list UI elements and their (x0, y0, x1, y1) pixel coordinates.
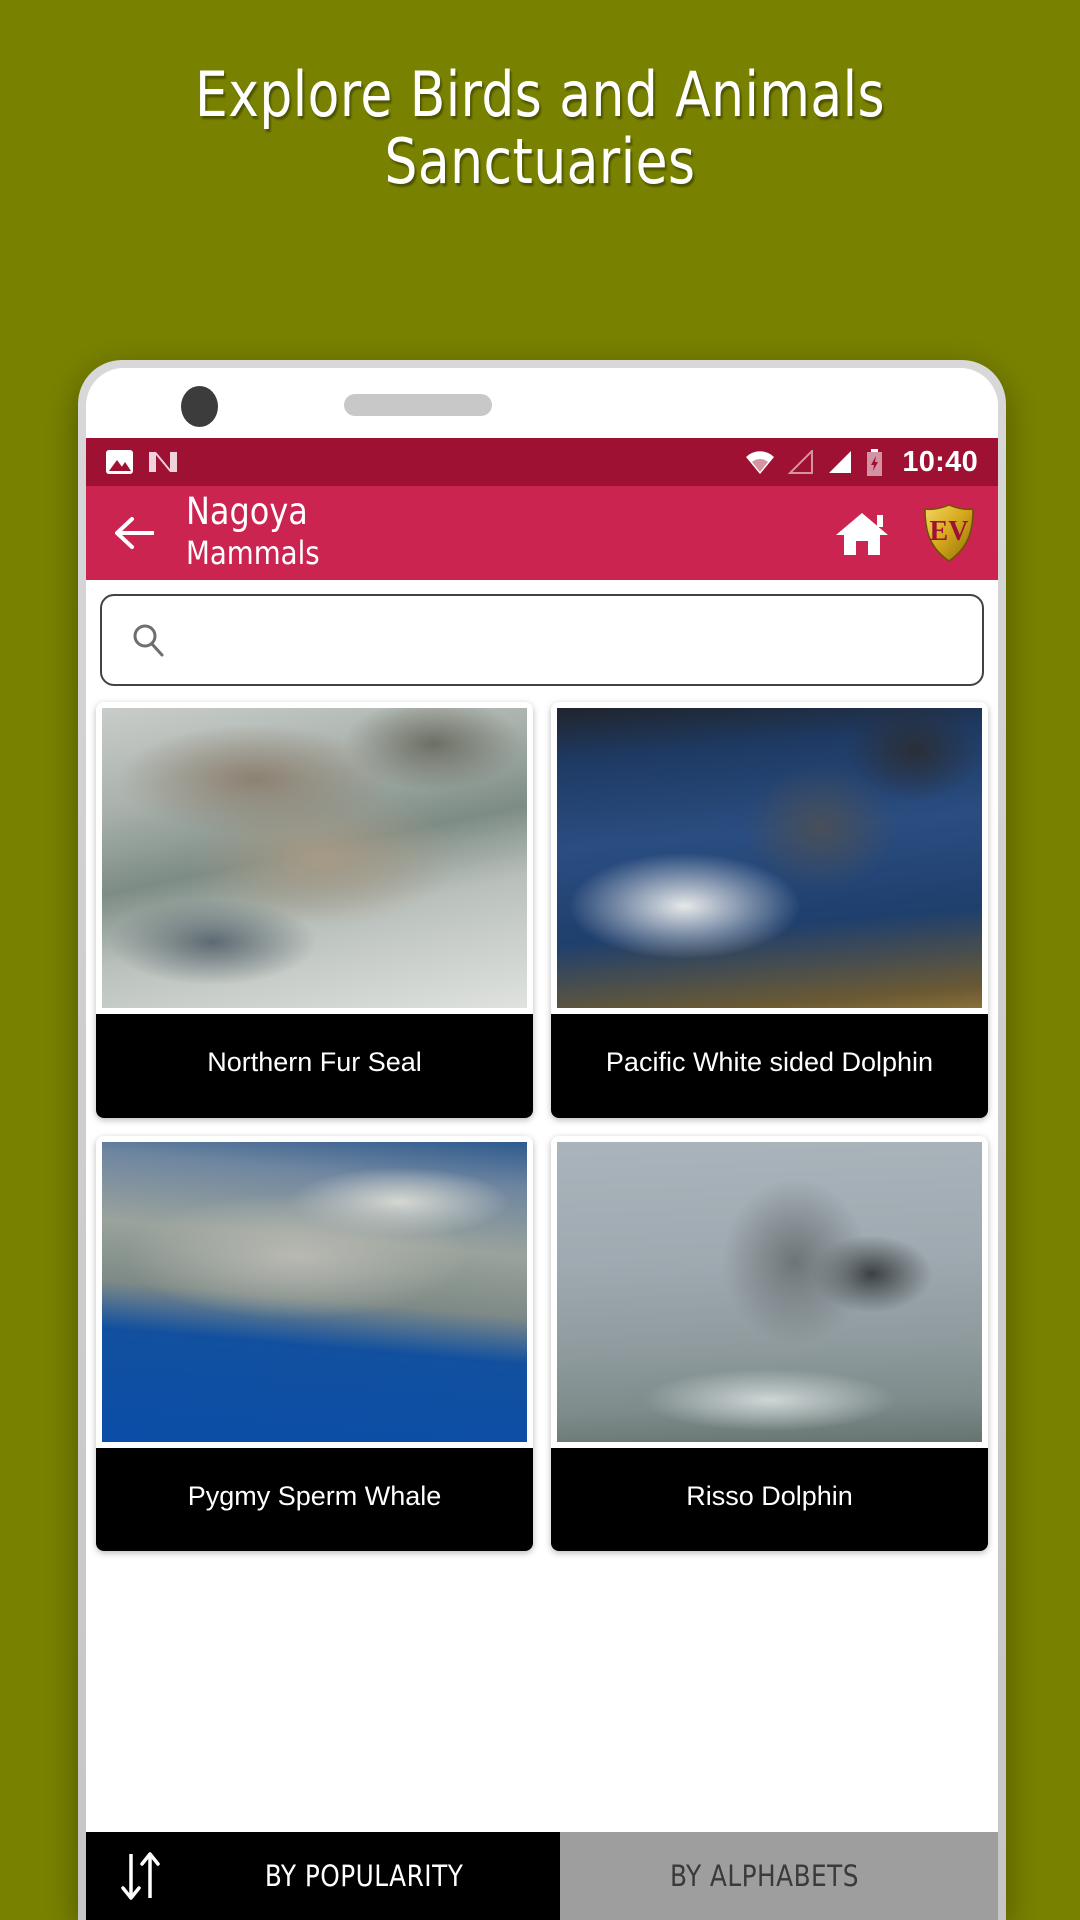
photo-icon (106, 450, 133, 474)
sort-bar: BY POPULARITY BY ALPHABETS (86, 1832, 998, 1920)
promo-heading: Explore Birds and Animals Sanctuaries (38, 58, 1042, 198)
app-logo-shield-icon[interactable]: EV (922, 504, 976, 562)
phone-mockup: 10:40 Nagoya Mammals EV Northern Fur Sea… (78, 360, 1006, 1920)
back-arrow-icon[interactable] (112, 513, 156, 553)
signal-empty-icon (787, 448, 814, 474)
animal-photo-northern-fur-seal (102, 708, 527, 1008)
status-bar-notifications (106, 449, 177, 475)
front-camera-icon (181, 386, 218, 427)
app-bar-actions: EV (834, 504, 976, 562)
search-bar-container (86, 580, 998, 686)
earpiece-speaker (344, 394, 492, 416)
phone-screen: 10:40 Nagoya Mammals EV Northern Fur Sea… (86, 368, 998, 1920)
search-icon (128, 620, 168, 660)
page-title: Nagoya (186, 489, 308, 533)
animal-photo-pacific-white-sided-dolphin (557, 708, 982, 1008)
animal-photo-pygmy-sperm-whale (102, 1141, 527, 1442)
battery-charging-icon (866, 448, 883, 476)
sort-tab-by-popularity[interactable]: BY POPULARITY (86, 1832, 561, 1920)
animal-card[interactable]: Risso Dolphin (551, 1135, 988, 1552)
app-bar: Nagoya Mammals EV (86, 486, 998, 580)
animal-name-label: Risso Dolphin (551, 1447, 988, 1552)
promo-heading-line-1: Explore Birds and Animals (194, 58, 885, 131)
promo-heading-line-2: Sanctuaries (384, 124, 696, 198)
animal-name-label: Pygmy Sperm Whale (96, 1447, 533, 1552)
animal-card[interactable]: Pygmy Sperm Whale (96, 1135, 533, 1552)
home-icon[interactable] (834, 509, 890, 557)
wifi-icon (745, 449, 775, 475)
phone-top-bezel (86, 368, 998, 438)
animal-name-label: Northern Fur Seal (96, 1014, 533, 1118)
status-bar: 10:40 (86, 438, 998, 486)
android-n-icon (149, 449, 177, 475)
signal-full-icon (827, 450, 853, 474)
app-content: Northern Fur Seal Pacific White sided Do… (86, 580, 998, 1920)
svg-text:EV: EV (930, 516, 969, 547)
status-bar-clock: 10:40 (902, 445, 978, 478)
animal-card[interactable]: Pacific White sided Dolphin (551, 702, 988, 1118)
sort-tab-by-alphabets[interactable]: BY ALPHABETS (560, 1832, 998, 1920)
sort-arrows-icon[interactable] (114, 1848, 168, 1904)
page-subtitle: Mammals (186, 534, 320, 573)
animal-name-label: Pacific White sided Dolphin (551, 1014, 988, 1118)
sort-by-alphabets-label: BY ALPHABETS (669, 1859, 859, 1893)
status-bar-system-icons: 10:40 (745, 446, 978, 479)
search-input[interactable] (182, 623, 956, 657)
search-bar[interactable] (100, 594, 984, 686)
app-bar-titles: Nagoya Mammals (186, 489, 325, 574)
animal-card[interactable]: Northern Fur Seal (96, 702, 533, 1118)
animal-grid: Northern Fur Seal Pacific White sided Do… (86, 702, 998, 1552)
sort-by-popularity-label: BY POPULARITY (264, 1859, 464, 1893)
animal-photo-risso-dolphin (557, 1141, 982, 1442)
